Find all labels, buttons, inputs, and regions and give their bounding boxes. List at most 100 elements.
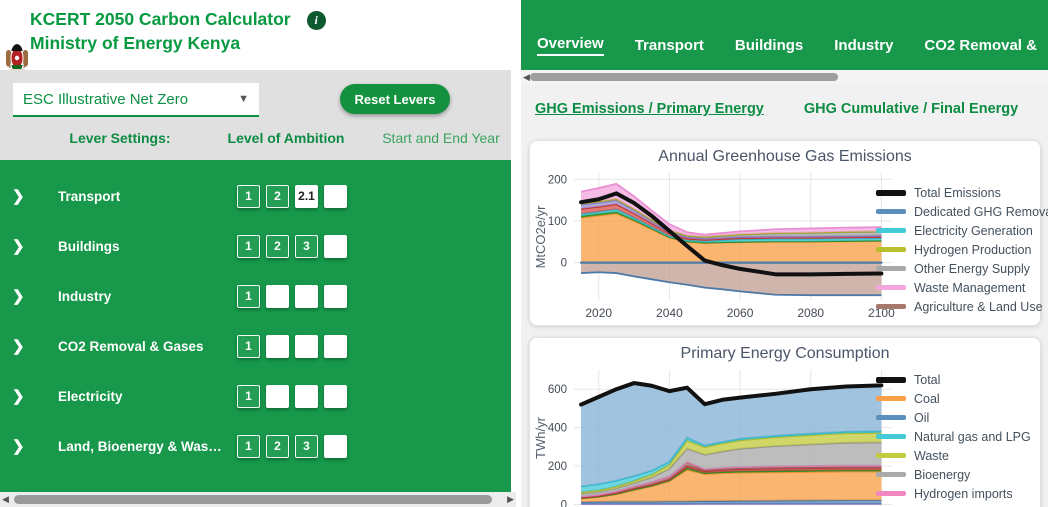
chevron-right-icon[interactable]: ❯	[12, 287, 32, 305]
tab-co2-removal-[interactable]: CO2 Removal &	[924, 37, 1037, 56]
subtab-ghg-cumulative-final-energy[interactable]: GHG Cumulative / Final Energy	[804, 101, 1018, 117]
ambition-level-box[interactable]	[295, 384, 318, 408]
legend-item[interactable]: Hydrogen Production	[876, 240, 1034, 259]
lever-panel-hscrollbar: ◀ ▶	[0, 492, 516, 507]
y-tick-label: 200	[548, 461, 567, 473]
lever-table-header: Lever Settings: Level of Ambition Start …	[0, 130, 511, 160]
legend-item[interactable]: Dedicated GHG Removal	[876, 202, 1048, 221]
lever-row: ❯ CO2 Removal & Gases 1	[0, 321, 511, 371]
scroll-left-arrow-icon[interactable]: ◀	[2, 494, 9, 505]
legend-label: Hydrogen imports	[914, 486, 1013, 501]
legend-swatch	[876, 376, 906, 383]
legend-item[interactable]: Natural gas and LPG	[876, 427, 1034, 446]
y-axis-title: TWh/yr	[533, 416, 548, 459]
y-tick-label: 200	[548, 174, 567, 186]
lever-label: Buildings	[58, 238, 120, 254]
ambition-level-box[interactable]	[295, 334, 318, 358]
lever-row: ❯ Industry 1	[0, 271, 511, 321]
results-nav: Overview Transport Buildings Industry CO2 Re…	[521, 0, 1048, 70]
legend-item[interactable]: Other Energy Supply	[876, 259, 1034, 278]
x-tick-label: 2040	[656, 306, 683, 320]
legend-swatch	[876, 415, 906, 420]
legend-item[interactable]: Waste Management	[876, 278, 1034, 297]
app-header: KCERT 2050 Carbon Calculator i Ministry o…	[0, 0, 511, 73]
chevron-right-icon[interactable]: ❯	[12, 437, 32, 455]
legend-item[interactable]: Total	[876, 370, 1034, 389]
lever-row: ❯ Land, Bioenergy & Was… 1 2 3	[0, 421, 511, 471]
legend-item[interactable]: Coal	[876, 389, 1034, 408]
tab-industry[interactable]: Industry	[834, 37, 893, 56]
info-icon[interactable]: i	[306, 10, 326, 30]
legend-swatch	[876, 228, 906, 233]
legend-item[interactable]: Hydrogen imports	[876, 484, 1034, 503]
ambition-level-box[interactable]: 3	[295, 434, 318, 458]
ambition-level-box[interactable]	[324, 384, 347, 408]
ambition-level-box[interactable]	[324, 184, 347, 208]
legend-label: Total Emissions	[914, 185, 1001, 200]
legend-label: Other Energy Supply	[914, 261, 1031, 276]
legend-label: Waste	[914, 448, 949, 463]
lever-label: CO2 Removal & Gases	[58, 338, 204, 354]
y-tick-label: 100	[548, 216, 567, 228]
scenario-select[interactable]: ESC Illustrative Net Zero ▼	[13, 83, 259, 117]
ambition-level-box[interactable]: 2.1	[295, 184, 318, 208]
legend-swatch	[876, 304, 906, 309]
legend-item[interactable]: Total Emissions	[876, 183, 1034, 202]
ambition-level-box[interactable]	[324, 334, 347, 358]
chevron-right-icon[interactable]: ❯	[12, 387, 32, 405]
ambition-level-box[interactable]: 2	[266, 434, 289, 458]
lever-row: ❯ Transport 1 2 2.1	[0, 171, 511, 221]
chevron-right-icon[interactable]: ❯	[12, 187, 32, 205]
ambition-level-box[interactable]	[295, 284, 318, 308]
ambition-level-box[interactable]: 1	[237, 284, 260, 308]
ambition-level-box[interactable]	[266, 334, 289, 358]
chevron-right-icon[interactable]: ❯	[12, 237, 32, 255]
legend-label: Dedicated GHG Removal	[914, 204, 1048, 219]
y-tick-label: 0	[561, 258, 567, 270]
lever-row: ❯ Electricity 1	[0, 371, 511, 421]
legend-item[interactable]: Electricity Generation	[876, 221, 1034, 240]
reset-levers-button[interactable]: Reset Levers	[340, 84, 450, 114]
ambition-level-box[interactable]: 1	[237, 334, 260, 358]
hscrollbar-thumb[interactable]	[14, 495, 492, 504]
app-title: KCERT 2050 Carbon Calculator	[30, 9, 291, 29]
ambition-level-box[interactable]	[324, 434, 347, 458]
app-root: KCERT 2050 Carbon Calculator i Ministry o…	[0, 0, 1048, 507]
ambition-level-box[interactable]	[266, 284, 289, 308]
start-end-year-heading: Start and End Year	[382, 130, 500, 146]
legend-item[interactable]: Waste	[876, 446, 1034, 465]
ambition-level-box[interactable]: 1	[237, 384, 260, 408]
ambition-level-box[interactable]: 1	[237, 184, 260, 208]
lever-list: ❯ Transport 1 2 2.1 ❯ Buildings 1 2 3 ❯ Industry 1 ❯ C…	[0, 160, 511, 492]
legend-item[interactable]: Oil	[876, 408, 1034, 427]
legend-item[interactable]: Agriculture & Land Use	[876, 297, 1043, 316]
ambition-level-box[interactable]	[266, 384, 289, 408]
x-tick-label: 2080	[797, 306, 824, 320]
hscrollbar-thumb[interactable]	[530, 73, 838, 81]
ambition-level-box[interactable]	[324, 234, 347, 258]
scroll-left-arrow-icon[interactable]: ◀	[523, 72, 530, 83]
ambition-level-box[interactable]: 3	[295, 234, 318, 258]
y-tick-label: 400	[548, 423, 567, 435]
ambition-level-box[interactable]	[324, 284, 347, 308]
chart-card-primary-energy: Primary Energy Consumption 0200400600202…	[529, 337, 1041, 507]
ambition-level-box[interactable]: 2	[266, 184, 289, 208]
scroll-right-arrow-icon[interactable]: ▶	[507, 494, 514, 505]
legend-item[interactable]: Bioenergy	[876, 465, 1034, 484]
chevron-right-icon[interactable]: ❯	[12, 337, 32, 355]
chart-title: Annual Greenhouse Gas Emissions	[658, 148, 912, 165]
dropdown-caret-icon: ▼	[238, 93, 249, 105]
tab-buildings[interactable]: Buildings	[735, 37, 803, 56]
tab-overview[interactable]: Overview	[537, 35, 604, 56]
subtab-ghg-emissions-primary-energy[interactable]: GHG Emissions / Primary Energy	[535, 101, 764, 117]
ambition-level-box[interactable]: 2	[266, 234, 289, 258]
lever-settings-heading: Lever Settings:	[69, 130, 171, 146]
results-panel: Overview Transport Buildings Industry CO2 Re…	[521, 0, 1048, 507]
legend-swatch	[876, 209, 906, 214]
ambition-level-box[interactable]: 1	[237, 434, 260, 458]
ambition-level-box[interactable]: 1	[237, 234, 260, 258]
tab-transport[interactable]: Transport	[635, 37, 704, 56]
lever-row: ❯ Buildings 1 2 3	[0, 221, 511, 271]
legend-swatch	[876, 266, 906, 271]
app-subtitle: Ministry of Energy Kenya	[30, 33, 241, 53]
